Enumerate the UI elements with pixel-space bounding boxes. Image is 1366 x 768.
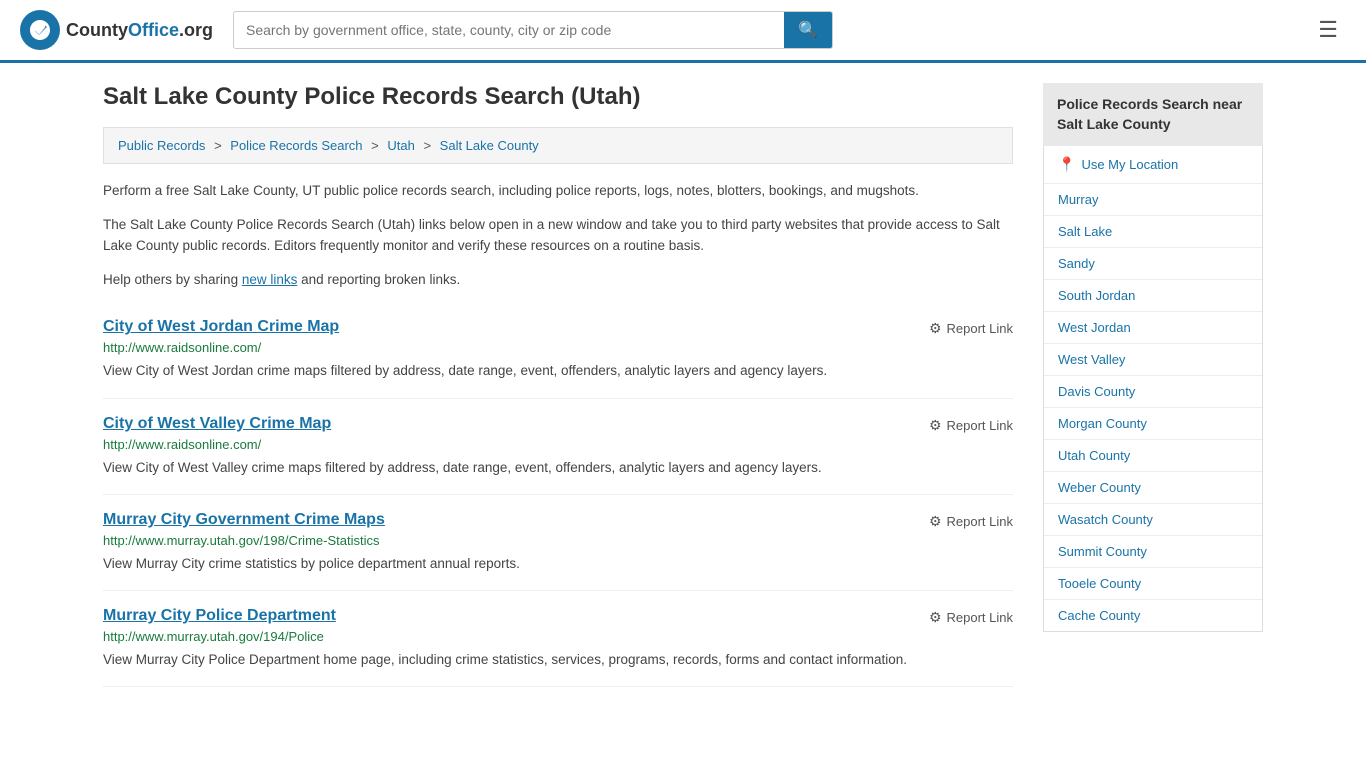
result-url: http://www.murray.utah.gov/194/Police <box>103 629 1013 644</box>
report-icon: ⚙ <box>929 513 942 530</box>
description-3: Help others by sharing new links and rep… <box>103 269 1013 291</box>
result-title[interactable]: City of West Jordan Crime Map <box>103 318 339 336</box>
sidebar-section: 📍 Use My Location Murray Salt Lake Sandy… <box>1043 146 1263 632</box>
site-header: CountyOffice.org 🔍 ☰ <box>0 0 1366 63</box>
report-link-label: Report Link <box>947 418 1013 433</box>
sidebar-link-south-jordan[interactable]: South Jordan <box>1044 280 1262 312</box>
report-link-label: Report Link <box>947 514 1013 529</box>
result-item: Murray City Police Department ⚙ Report L… <box>103 591 1013 687</box>
sidebar-link-summit-county[interactable]: Summit County <box>1044 536 1262 568</box>
breadcrumb-utah[interactable]: Utah <box>387 138 414 153</box>
sidebar-link-weber-county[interactable]: Weber County <box>1044 472 1262 504</box>
sidebar-link-west-valley[interactable]: West Valley <box>1044 344 1262 376</box>
sidebar-link-morgan-county[interactable]: Morgan County <box>1044 408 1262 440</box>
description-2: The Salt Lake County Police Records Sear… <box>103 214 1013 257</box>
report-icon: ⚙ <box>929 320 942 337</box>
content-area: Salt Lake County Police Records Search (… <box>103 83 1013 687</box>
sidebar-link-davis-county[interactable]: Davis County <box>1044 376 1262 408</box>
result-desc: View City of West Valley crime maps filt… <box>103 458 1013 478</box>
sidebar-title: Police Records Search near Salt Lake Cou… <box>1043 83 1263 146</box>
result-desc: View Murray City crime statistics by pol… <box>103 554 1013 574</box>
search-input[interactable] <box>234 14 784 46</box>
result-desc: View City of West Jordan crime maps filt… <box>103 361 1013 381</box>
use-my-location-label: Use My Location <box>1081 157 1178 172</box>
result-item: City of West Valley Crime Map ⚙ Report L… <box>103 399 1013 495</box>
sidebar-link-sandy[interactable]: Sandy <box>1044 248 1262 280</box>
result-title[interactable]: Murray City Police Department <box>103 607 336 625</box>
sidebar-link-salt-lake[interactable]: Salt Lake <box>1044 216 1262 248</box>
page-title: Salt Lake County Police Records Search (… <box>103 83 1013 111</box>
sidebar-link-wasatch-county[interactable]: Wasatch County <box>1044 504 1262 536</box>
description-1: Perform a free Salt Lake County, UT publ… <box>103 180 1013 202</box>
sidebar: Police Records Search near Salt Lake Cou… <box>1043 83 1263 687</box>
report-icon: ⚙ <box>929 417 942 434</box>
result-header: City of West Valley Crime Map ⚙ Report L… <box>103 415 1013 437</box>
sidebar-link-cache-county[interactable]: Cache County <box>1044 600 1262 631</box>
logo-icon <box>20 10 60 50</box>
breadcrumb: Public Records > Police Records Search >… <box>103 127 1013 164</box>
breadcrumb-police-records-search[interactable]: Police Records Search <box>230 138 362 153</box>
result-header: Murray City Government Crime Maps ⚙ Repo… <box>103 511 1013 533</box>
use-my-location-button[interactable]: 📍 Use My Location <box>1044 146 1262 184</box>
result-header: Murray City Police Department ⚙ Report L… <box>103 607 1013 629</box>
report-link-button[interactable]: ⚙ Report Link <box>929 318 1013 337</box>
report-link-label: Report Link <box>947 321 1013 336</box>
new-links-link[interactable]: new links <box>242 272 298 287</box>
search-button[interactable]: 🔍 <box>784 12 832 48</box>
result-title[interactable]: Murray City Government Crime Maps <box>103 511 385 529</box>
result-desc: View Murray City Police Department home … <box>103 650 1013 670</box>
result-item: City of West Jordan Crime Map ⚙ Report L… <box>103 302 1013 398</box>
report-link-button[interactable]: ⚙ Report Link <box>929 607 1013 626</box>
result-header: City of West Jordan Crime Map ⚙ Report L… <box>103 318 1013 340</box>
result-url: http://www.raidsonline.com/ <box>103 437 1013 452</box>
sidebar-link-murray[interactable]: Murray <box>1044 184 1262 216</box>
sidebar-link-utah-county[interactable]: Utah County <box>1044 440 1262 472</box>
menu-button[interactable]: ☰ <box>1310 13 1346 47</box>
result-item: Murray City Government Crime Maps ⚙ Repo… <box>103 495 1013 591</box>
breadcrumb-salt-lake-county[interactable]: Salt Lake County <box>440 138 539 153</box>
logo-link[interactable]: CountyOffice.org <box>20 10 213 50</box>
sidebar-link-tooele-county[interactable]: Tooele County <box>1044 568 1262 600</box>
result-url: http://www.raidsonline.com/ <box>103 340 1013 355</box>
sidebar-link-west-jordan[interactable]: West Jordan <box>1044 312 1262 344</box>
report-link-button[interactable]: ⚙ Report Link <box>929 415 1013 434</box>
result-title[interactable]: City of West Valley Crime Map <box>103 415 331 433</box>
report-link-label: Report Link <box>947 610 1013 625</box>
location-icon: 📍 <box>1058 156 1075 173</box>
report-icon: ⚙ <box>929 609 942 626</box>
report-link-button[interactable]: ⚙ Report Link <box>929 511 1013 530</box>
breadcrumb-public-records[interactable]: Public Records <box>118 138 205 153</box>
logo-text: CountyOffice.org <box>66 20 213 41</box>
main-container: Salt Lake County Police Records Search (… <box>83 63 1283 707</box>
result-url: http://www.murray.utah.gov/198/Crime-Sta… <box>103 533 1013 548</box>
search-bar: 🔍 <box>233 11 833 49</box>
